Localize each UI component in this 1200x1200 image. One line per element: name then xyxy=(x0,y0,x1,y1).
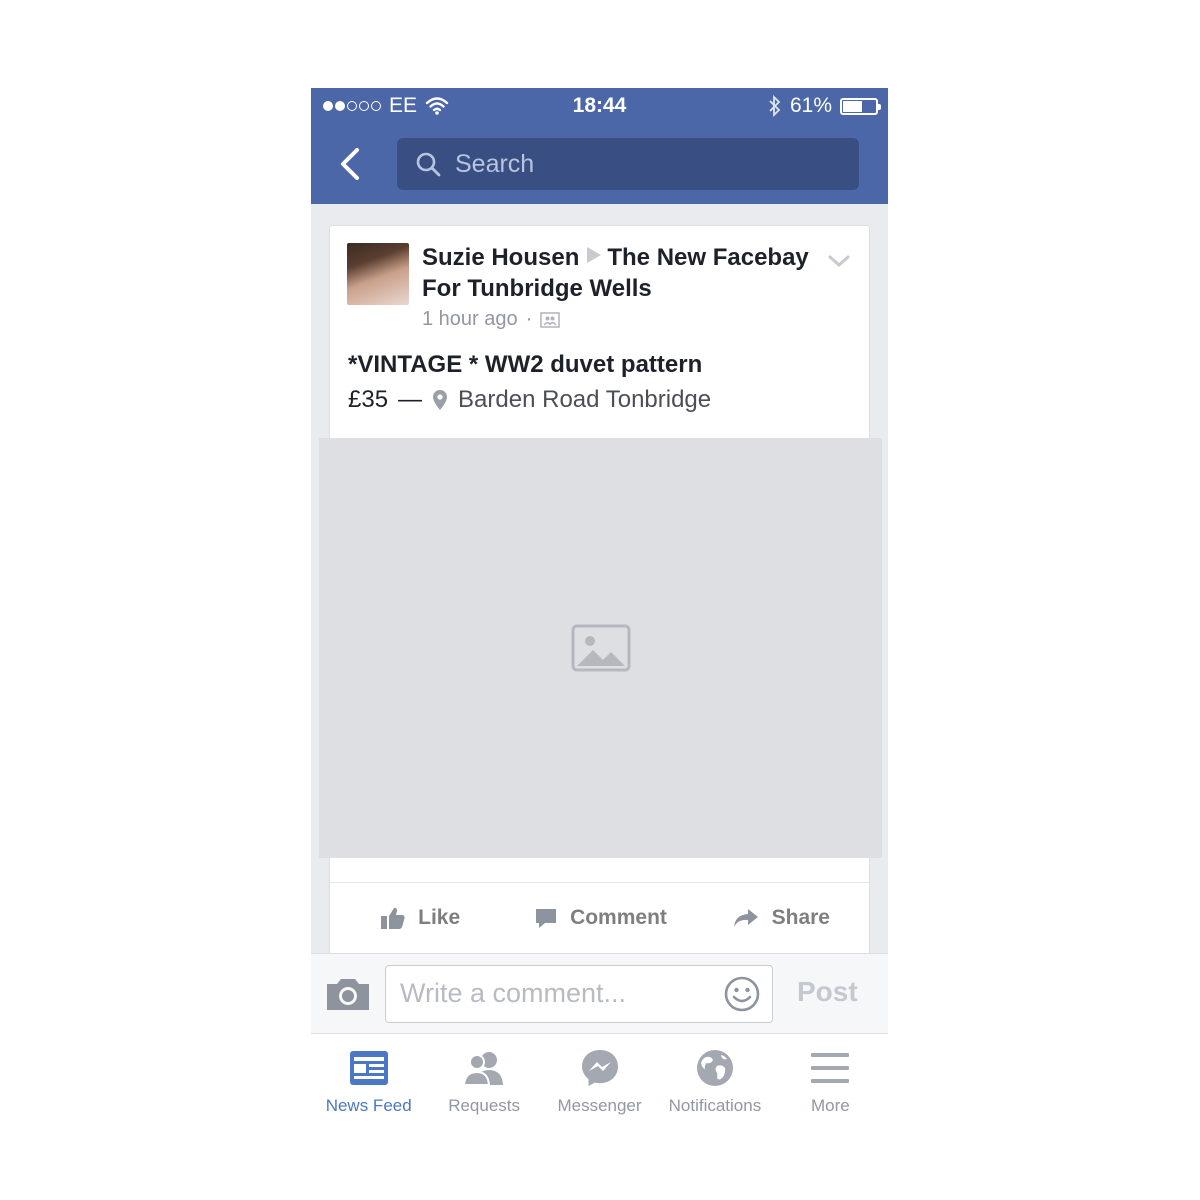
battery-level xyxy=(843,100,862,112)
post-comment-button[interactable]: Post xyxy=(797,976,858,1008)
camera-icon[interactable] xyxy=(325,976,371,1012)
battery-percent: 61% xyxy=(789,94,832,117)
like-button[interactable]: Like xyxy=(330,906,510,930)
status-bar: EE 18:44 61% xyxy=(311,88,888,124)
image-placeholder-icon xyxy=(571,624,630,672)
listing-price: £35 xyxy=(348,386,389,413)
share-label: Share xyxy=(771,905,830,929)
thumbs-up-icon xyxy=(381,907,405,929)
search-icon xyxy=(416,152,441,177)
news-feed-icon xyxy=(349,1051,388,1085)
tab-label: News Feed xyxy=(325,1096,412,1115)
share-button[interactable]: Share xyxy=(691,906,871,930)
tab-messenger[interactable]: Messenger xyxy=(542,1034,657,1130)
tab-label: Messenger xyxy=(557,1096,642,1115)
smiley-icon[interactable] xyxy=(724,976,760,1012)
group-audience-icon xyxy=(540,311,561,328)
tab-bar: News Feed Requests Messenger Notificatio… xyxy=(311,1033,888,1130)
location-pin-icon xyxy=(433,390,448,410)
tab-label: Notifications xyxy=(668,1096,762,1115)
back-arrow-icon[interactable] xyxy=(333,142,369,186)
listing-price-location: £35 — Barden Road Tonbridge xyxy=(348,386,711,414)
menu-icon xyxy=(811,1053,850,1083)
messenger-icon xyxy=(581,1050,618,1086)
like-label: Like xyxy=(418,905,461,929)
post-card: Suzie Housen The New Facebay For Tunbridg… xyxy=(319,225,882,955)
search-placeholder: Search xyxy=(455,149,535,178)
chevron-down-icon[interactable] xyxy=(827,254,851,268)
tab-news-feed[interactable]: News Feed xyxy=(311,1034,426,1130)
post-meta: 1 hour ago · xyxy=(422,308,561,331)
meta-separator: · xyxy=(525,308,533,330)
share-arrow-icon xyxy=(733,908,758,927)
bluetooth-icon xyxy=(769,94,781,118)
post-header: Suzie Housen The New Facebay For Tunbridg… xyxy=(422,242,812,304)
comment-icon xyxy=(536,908,557,928)
tab-notifications[interactable]: Notifications xyxy=(657,1034,772,1130)
comment-input[interactable]: Write a comment... xyxy=(385,965,773,1023)
arrow-right-icon xyxy=(587,247,602,263)
post-photo[interactable] xyxy=(319,438,882,858)
nav-bar: Search xyxy=(311,124,888,204)
price-dash: — xyxy=(398,386,423,413)
comment-button[interactable]: Comment xyxy=(510,906,690,930)
post-actions: Like Comment Share xyxy=(330,882,871,952)
listing-title: *VINTAGE * WW2 duvet pattern xyxy=(348,351,703,378)
avatar[interactable] xyxy=(347,243,409,305)
status-indicators: 61% xyxy=(768,94,881,118)
search-bar[interactable]: Search xyxy=(397,138,859,190)
battery-icon xyxy=(840,97,881,115)
tab-label: Requests xyxy=(448,1096,521,1115)
post-time[interactable]: 1 hour ago xyxy=(422,308,518,331)
tab-more[interactable]: More xyxy=(773,1034,888,1130)
phone-screen: EE 18:44 61% Search Suzie Housen The New… xyxy=(311,88,888,1130)
globe-icon xyxy=(696,1050,733,1086)
tab-label: More xyxy=(810,1096,850,1115)
comment-label: Comment xyxy=(570,905,667,929)
requests-icon xyxy=(463,1052,504,1086)
comment-placeholder: Write a comment... xyxy=(400,978,627,1008)
tab-requests[interactable]: Requests xyxy=(426,1034,541,1130)
comment-bar: Write a comment... Post xyxy=(311,953,888,1033)
author-name[interactable]: Suzie Housen xyxy=(422,244,579,271)
listing-location[interactable]: Barden Road Tonbridge xyxy=(458,386,711,414)
